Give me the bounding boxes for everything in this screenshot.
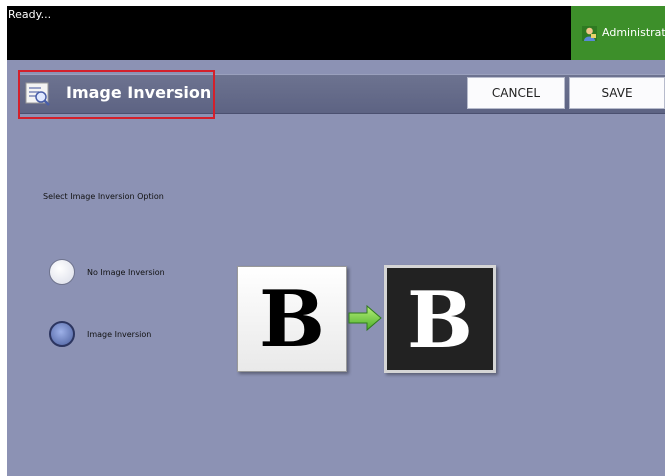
- radio-label-image-inversion[interactable]: Image Inversion: [87, 330, 151, 339]
- status-bar: Ready... Administrator: [7, 6, 665, 60]
- save-button[interactable]: SAVE: [569, 77, 665, 109]
- admin-button[interactable]: Administrator: [571, 6, 665, 60]
- preview-normal: B: [237, 266, 347, 372]
- option-prompt: Select Image Inversion Option: [43, 192, 164, 201]
- radio-label-no-image-inversion[interactable]: No Image Inversion: [87, 268, 165, 277]
- admin-label: Administrator: [602, 26, 665, 39]
- title-highlight: [18, 70, 215, 119]
- screen: Ready... Administrator Image Inversion C…: [7, 6, 665, 476]
- arrow-right-icon: [348, 304, 382, 332]
- cancel-button[interactable]: CANCEL: [467, 77, 565, 109]
- radio-image-inversion[interactable]: [49, 321, 75, 347]
- admin-user-icon: [582, 26, 597, 41]
- status-text: Ready...: [8, 8, 52, 21]
- preview-inverted: B: [384, 265, 496, 373]
- radio-no-image-inversion[interactable]: [49, 259, 75, 285]
